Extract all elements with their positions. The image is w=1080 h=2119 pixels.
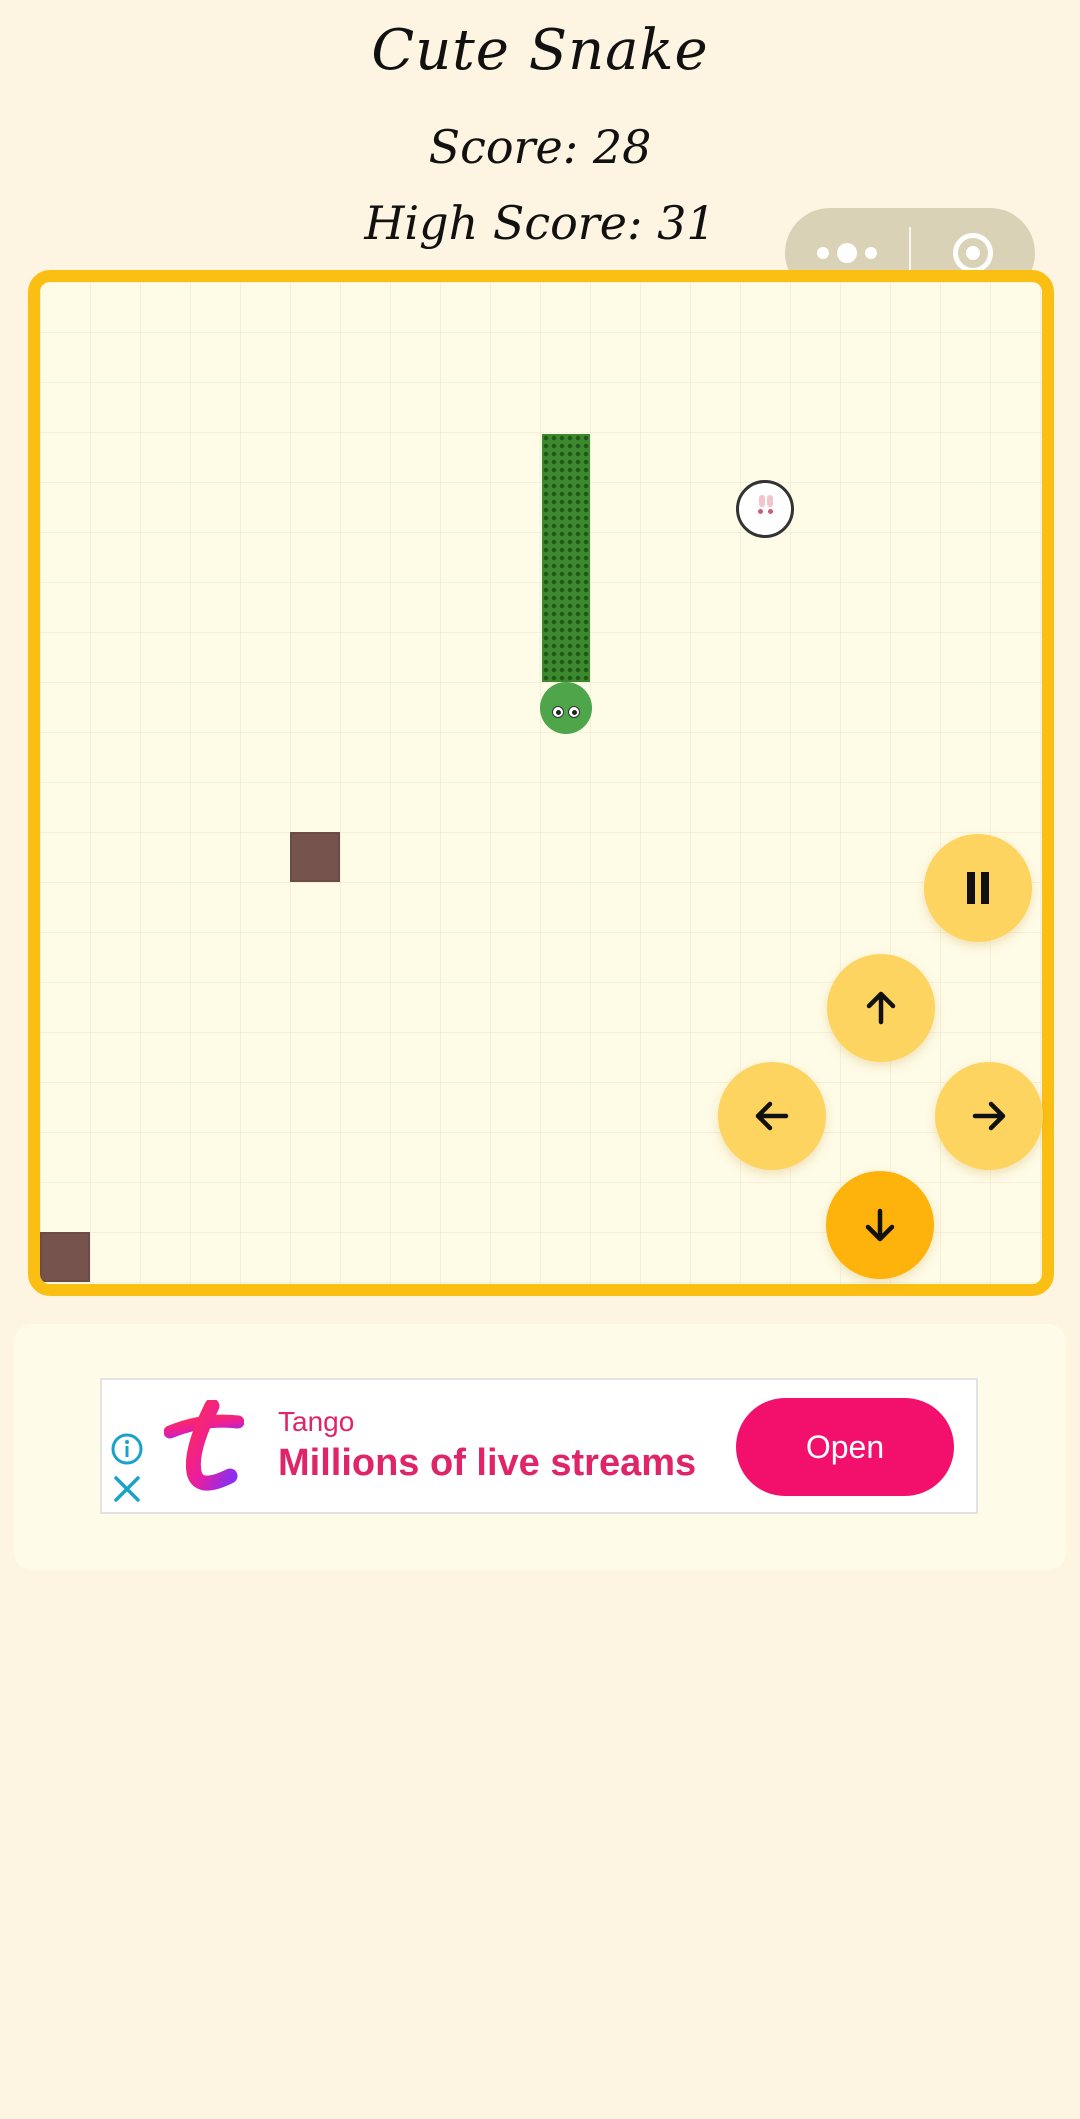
- snake-eye-icon: [552, 706, 564, 718]
- down-button[interactable]: [826, 1171, 934, 1279]
- snake-head: [540, 682, 592, 734]
- pause-icon: [967, 872, 989, 904]
- arrow-up-icon: [866, 991, 896, 1025]
- info-icon[interactable]: [110, 1432, 144, 1466]
- target-circle-icon[interactable]: [911, 233, 1035, 273]
- ad-banner[interactable]: Tango Millions of live streams Open: [100, 1378, 978, 1514]
- arrow-right-icon: [972, 1101, 1006, 1131]
- ad-headline: Millions of live streams: [278, 1442, 697, 1484]
- game-board[interactable]: [28, 270, 1054, 1296]
- close-icon[interactable]: [112, 1474, 142, 1504]
- game-title: Cute Snake: [371, 18, 709, 83]
- left-button[interactable]: [718, 1062, 826, 1170]
- score-label: Score: 28: [428, 120, 652, 174]
- bunny-food-icon: [736, 480, 794, 538]
- ad-brand: Tango: [278, 1406, 355, 1437]
- snake-body: [542, 434, 590, 682]
- ad-open-button[interactable]: Open: [736, 1398, 954, 1496]
- arrow-down-icon: [865, 1208, 895, 1242]
- snake-eye-icon: [568, 706, 580, 718]
- right-button[interactable]: [935, 1062, 1043, 1170]
- up-button[interactable]: [827, 954, 935, 1062]
- obstacle-block: [40, 1232, 90, 1282]
- obstacle-block: [290, 832, 340, 882]
- pause-button[interactable]: [924, 834, 1032, 942]
- arrow-left-icon: [755, 1101, 789, 1131]
- tango-logo-icon: [164, 1400, 244, 1491]
